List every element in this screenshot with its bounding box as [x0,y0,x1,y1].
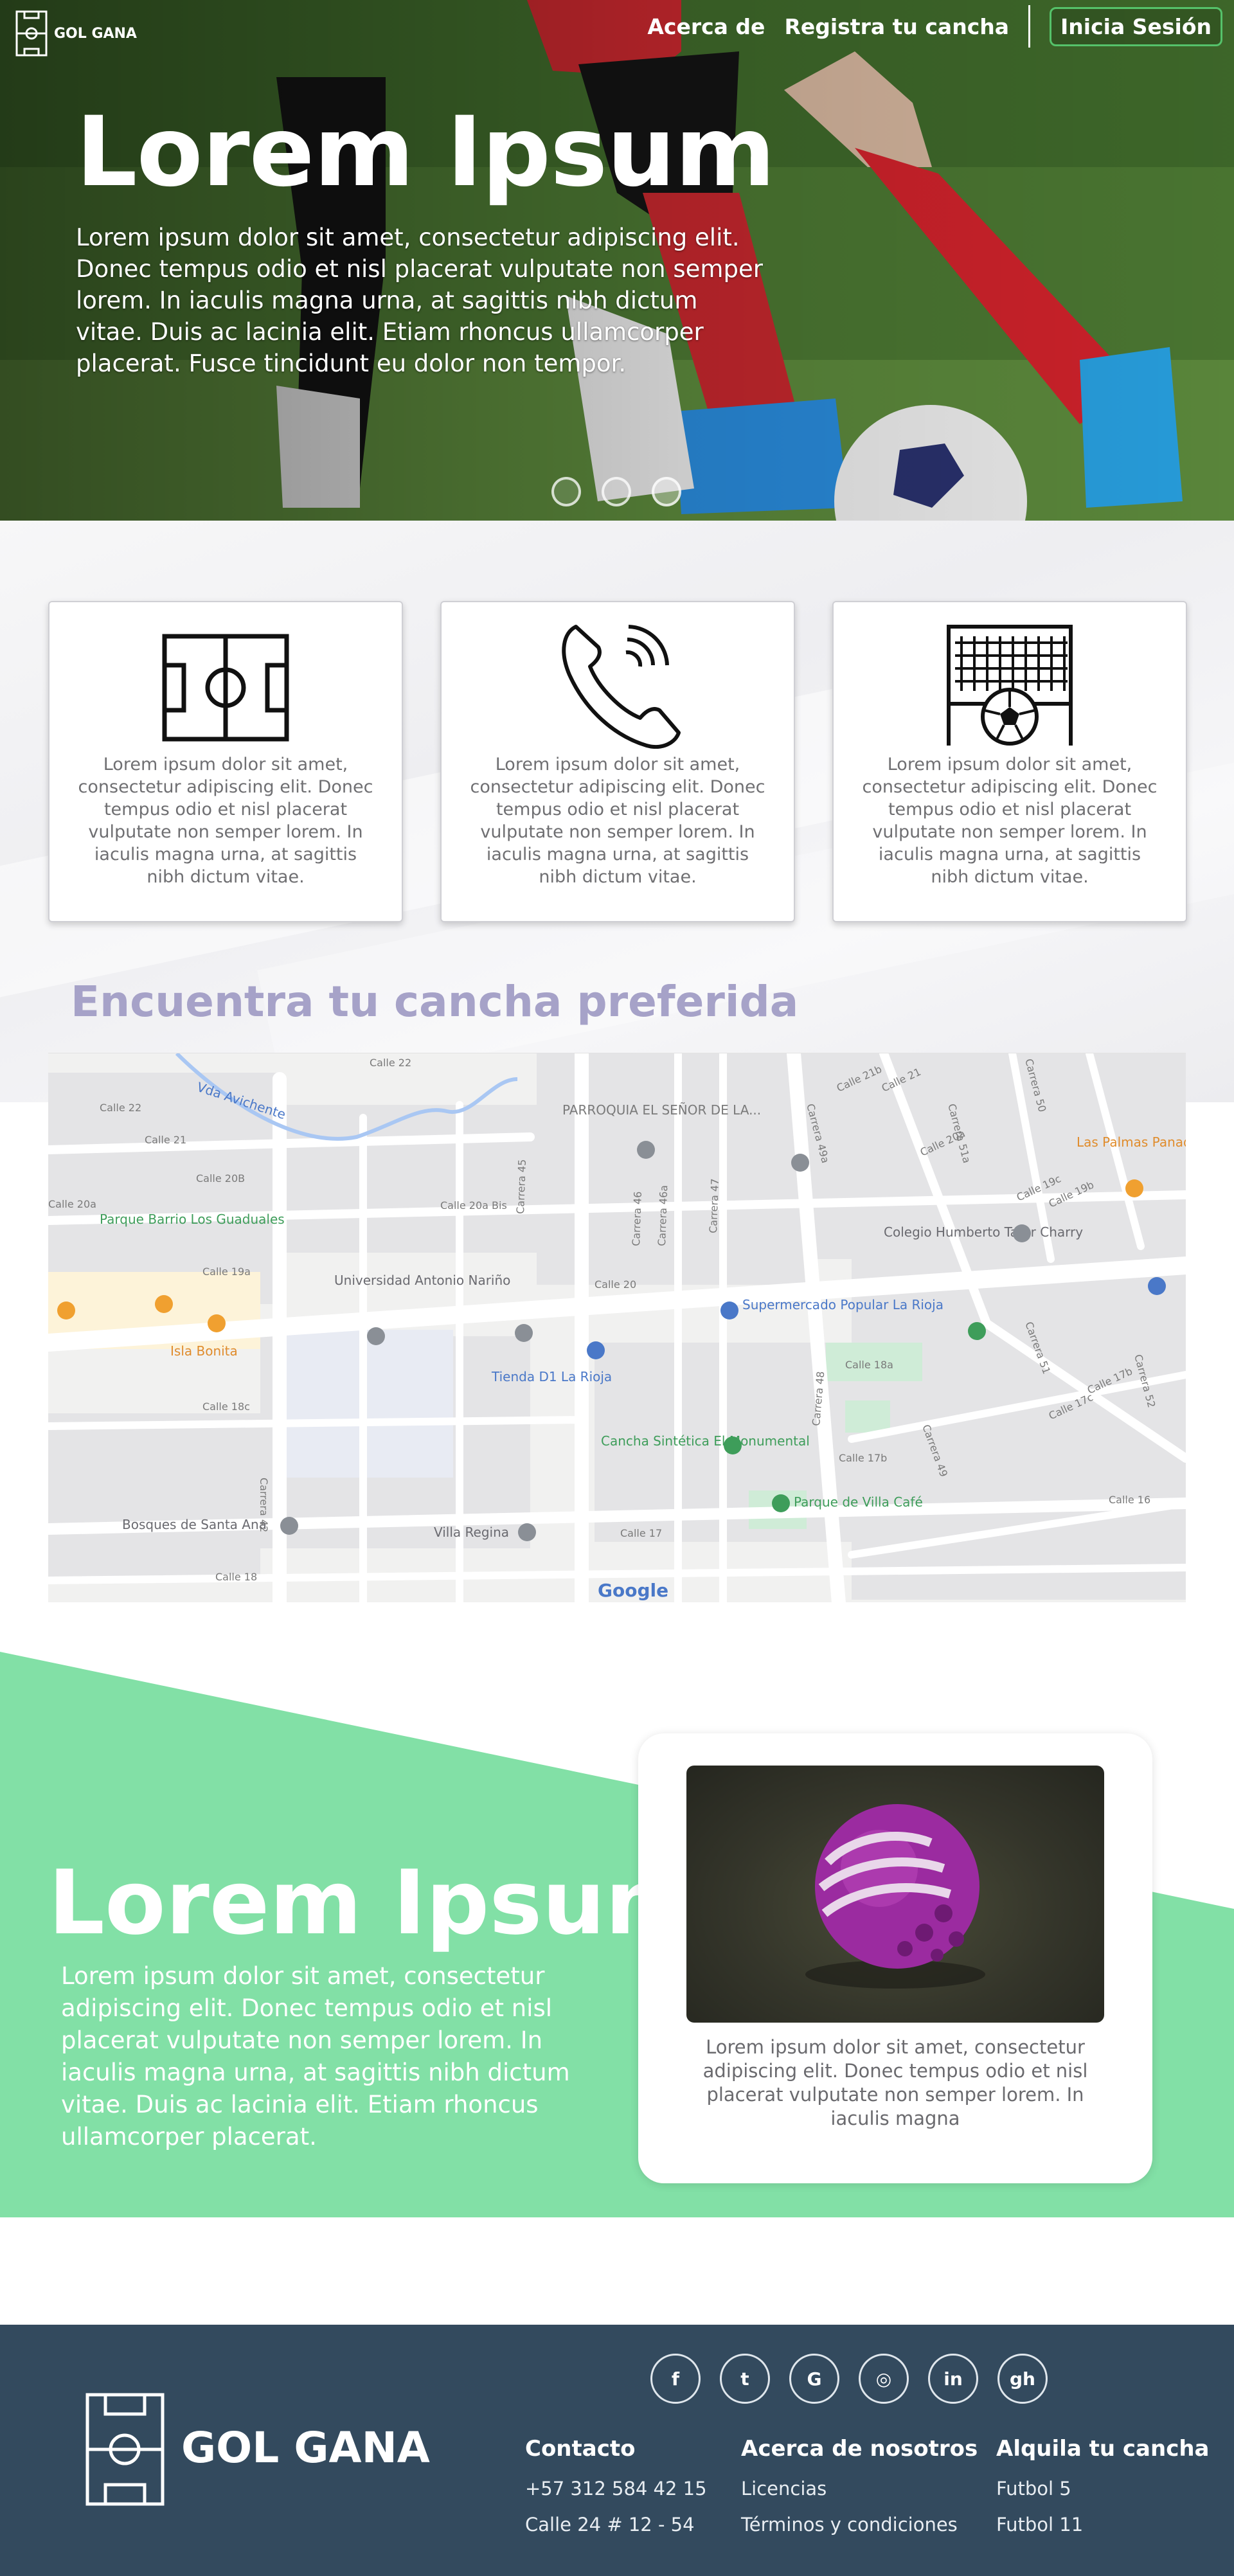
street-label: Calle 20B [196,1172,245,1185]
footer-heading: Acerca de nosotros [741,2436,978,2462]
github-icon[interactable]: gh [997,2354,1048,2404]
street-label: Carrera 42 [258,1478,270,1532]
google-attribution: Google [598,1580,668,1601]
street-label: Calle 18a [845,1359,893,1371]
map-label: Parque de Villa Café [794,1494,923,1510]
hero-description: Lorem ipsum dolor sit amet, consectetur … [76,224,763,377]
street-label: Calle 20a Bis [440,1199,507,1212]
map-label: Universidad Antonio Nariño [334,1273,510,1288]
street-label: Calle 22 [370,1057,411,1069]
street-label: Calle 18 [215,1571,257,1583]
feature-text: Lorem ipsum dolor sit amet, consectetur … [78,755,373,887]
nav-divider [1028,5,1031,48]
street-label: Calle 16 [1109,1494,1150,1506]
map-label: Las Palmas Panadería Pastelería [1077,1134,1186,1150]
feature-card-goal: Lorem ipsum dolor sit amet, consectetur … [832,601,1187,922]
street-label: Carrera 46a [656,1185,670,1247]
footer-terms-link[interactable]: Términos y condiciones [741,2507,978,2543]
fields-map[interactable]: Vda Avichente PARROQUIA EL SEÑOR DE LA..… [48,1053,1186,1602]
promo-card: Lorem ipsum dolor sit amet, consectetur … [638,1733,1152,2183]
street-label: Calle 20 [595,1278,636,1291]
promo-card-text: Lorem ipsum dolor sit amet, consectetur … [702,2036,1088,2129]
hero-title: Lorem Ipsum [76,96,775,208]
login-button[interactable]: Inicia Sesión [1050,6,1222,46]
promo-title: Lorem Ipsum [48,1851,698,1954]
map-label: Colegio Humberto Tafur Charry [884,1224,1083,1240]
map-section-title: Encuentra tu cancha preferida [71,977,799,1026]
footer-address[interactable]: Calle 24 # 12 - 54 [525,2507,707,2543]
feature-text: Lorem ipsum dolor sit amet, consectetur … [862,755,1158,887]
soccer-ball-image [686,1766,1104,2023]
map-label: Parque Barrio Los Guaduales [100,1212,285,1227]
footer-futbol5-link[interactable]: Futbol 5 [996,2471,1210,2507]
street-label: Calle 17b [839,1452,887,1464]
promo-description: Lorem ipsum dolor sit amet, consectetur … [61,1962,570,2151]
street-label: Carrera 47 [707,1178,721,1233]
instagram-icon[interactable]: ◎ [859,2354,909,2404]
footer-futbol11-link[interactable]: Futbol 11 [996,2507,1210,2543]
map-label: Bosques de Santa Ana [122,1517,267,1532]
footer-heading: Contacto [525,2436,636,2462]
street-label: Calle 21 [145,1134,186,1146]
map-label: PARROQUIA EL SEÑOR DE LA... [562,1102,761,1118]
map-label: Cancha Sintética El Monumental [601,1433,810,1449]
street-label: Calle 22 [100,1102,141,1114]
carousel-dot-3[interactable] [652,477,681,506]
street-label: Carrera 46 [630,1191,644,1246]
soccer-field-logo-icon [15,10,48,57]
street-label: Calle 18c [202,1400,250,1413]
map-label: Villa Regina [434,1525,509,1540]
footer-about-column: Acerca de nosotros Licencias Términos y … [741,2436,978,2543]
goal-ball-icon [947,625,1073,746]
feature-card-fields: Lorem ipsum dolor sit amet, consectetur … [48,601,403,922]
footer-rent-column: Alquila tu cancha Futbol 5 Futbol 11 [996,2436,1210,2543]
footer-heading: Alquila tu cancha [996,2436,1210,2462]
feature-text: Lorem ipsum dolor sit amet, consectetur … [470,755,765,887]
social-links: f t G ◎ in gh [650,2354,1048,2404]
map-label: Isla Bonita [170,1343,238,1359]
linkedin-icon[interactable]: in [928,2354,978,2404]
street-label: Calle 17 [620,1527,662,1539]
carousel-dot-2[interactable] [602,477,631,506]
soccer-field-icon [162,634,289,742]
carousel-indicators [551,477,681,506]
twitter-icon[interactable]: t [720,2354,770,2404]
street-label: Calle 19a [202,1266,251,1278]
site-logo[interactable]: GOL GANA [15,10,137,57]
footer-contact-column: Contacto +57 312 584 42 15 Calle 24 # 12… [525,2436,707,2543]
footer-phone[interactable]: +57 312 584 42 15 [525,2471,707,2507]
google-icon[interactable]: G [789,2354,839,2404]
top-navigation: Acerca de Registra tu cancha Inicia Sesi… [647,5,1222,48]
street-label: Carrera 45 [514,1159,528,1214]
map-label: Supermercado Popular La Rioja [742,1297,943,1312]
soccer-field-logo-icon[interactable] [85,2392,165,2507]
phone-icon [562,625,681,749]
facebook-icon[interactable]: f [650,2354,701,2404]
street-label: Calle 20a [48,1198,96,1210]
carousel-dot-1[interactable] [551,477,581,506]
feature-card-contact: Lorem ipsum dolor sit amet, consectetur … [440,601,795,922]
footer-licenses-link[interactable]: Licencias [741,2471,978,2507]
nav-about-link[interactable]: Acerca de [647,14,765,39]
map-label: Tienda D1 La Rioja [491,1369,612,1384]
brand-name: GOL GANA [54,25,137,42]
nav-register-field-link[interactable]: Registra tu cancha [784,14,1009,39]
footer-brand: GOL GANA [181,2423,430,2473]
